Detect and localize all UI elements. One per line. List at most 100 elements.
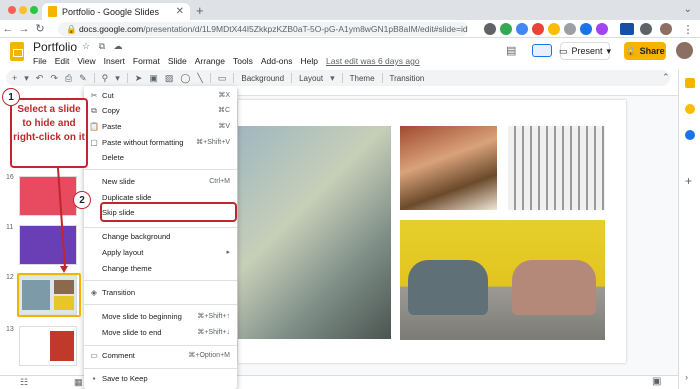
menu-slide[interactable]: Slide [168, 56, 187, 66]
add-addon-icon[interactable]: + [685, 174, 692, 188]
share-button[interactable]: 🔒 Share [624, 42, 666, 60]
menu-item-apply-layout[interactable]: Apply layout ▸ [84, 246, 237, 260]
menu-item-delete[interactable]: Delete [84, 151, 237, 165]
new-tab-button[interactable]: + [196, 3, 204, 18]
grid-view-icon[interactable]: ☷ [20, 377, 28, 388]
calendar-icon[interactable] [685, 104, 695, 114]
minimize-window-button[interactable] [19, 6, 27, 14]
back-icon[interactable]: ← [0, 23, 16, 35]
menu-item-cut[interactable]: ✂ Cut ⌘X [84, 89, 237, 103]
slide-thumbnail[interactable] [19, 176, 77, 216]
paint-format-icon[interactable]: ✎ [79, 73, 87, 84]
keep-icon[interactable] [685, 78, 695, 88]
map-photo[interactable] [238, 126, 391, 339]
extension-icon[interactable] [640, 23, 652, 35]
menu-item-shortcut: ⌘+Shift+↓ [197, 329, 230, 336]
comment-history-icon[interactable]: ▤ [506, 44, 516, 57]
menu-addons[interactable]: Add-ons [261, 56, 293, 66]
browser-tab[interactable]: Portfolio - Google Slides ✕ [42, 3, 190, 20]
menu-item-transition[interactable]: ◈ Transition [84, 286, 237, 300]
browser-menu-icon[interactable]: ⋮ [680, 23, 696, 36]
profile-avatar[interactable] [660, 23, 672, 35]
extension-icon[interactable] [620, 23, 634, 35]
star-move-icons[interactable]: ☆ ⧉ ☁ [82, 41, 126, 52]
menu-arrange[interactable]: Arrange [195, 56, 225, 66]
skip-slide-highlight [100, 202, 237, 222]
tab-title: Portfolio - Google Slides [62, 6, 160, 17]
shape-icon[interactable]: ◯ [180, 73, 190, 84]
chevron-down-icon[interactable]: ▾ [24, 73, 29, 84]
undo-icon[interactable]: ↶ [36, 73, 44, 84]
tab-search-icon[interactable]: ⌄ [684, 4, 692, 15]
vintage-cars-photo[interactable] [400, 220, 605, 340]
comment-icon[interactable]: ▭ [218, 73, 227, 84]
lock-icon: 🔒 [625, 45, 637, 56]
menu-tools[interactable]: Tools [233, 56, 253, 66]
zoom-icon[interactable]: ⚲ [102, 73, 109, 84]
transition-icon: ◈ [90, 288, 98, 297]
slide-thumbnail[interactable] [19, 326, 77, 366]
silver-car [408, 260, 488, 315]
menu-item-paste-without-formatting[interactable]: ▢ Paste without formatting ⌘+Shift+V [84, 136, 237, 150]
comment-icon: ▭ [90, 351, 98, 360]
menu-format[interactable]: Format [133, 56, 160, 66]
menu-item-copy[interactable]: ⧉ Copy ⌘C [84, 104, 237, 118]
toolbar-divider [126, 73, 128, 83]
menu-item-save-to-keep[interactable]: ▪ Save to Keep [84, 372, 237, 386]
toolbar-transition-button[interactable]: Transition [390, 74, 425, 83]
slides-logo-icon[interactable] [10, 42, 24, 61]
menu-view[interactable]: View [77, 56, 95, 66]
slide-thumbnail[interactable] [19, 225, 77, 265]
extension-icon[interactable] [580, 23, 592, 35]
menu-item-move-to-end[interactable]: Move slide to end ⌘+Shift+↓ [84, 326, 237, 340]
toolbar-layout-button[interactable]: Layout [299, 74, 323, 83]
menu-help[interactable]: Help [301, 56, 318, 66]
meet-icon[interactable] [532, 44, 552, 57]
present-button[interactable]: ▭ Present ▾ [559, 42, 611, 60]
last-edit-link[interactable]: Last edit was 6 days ago [326, 56, 420, 66]
tab-close-icon[interactable]: ✕ [176, 6, 184, 17]
ui-elements-photo[interactable] [508, 126, 605, 210]
print-icon[interactable]: ⎙ [65, 73, 72, 84]
menu-item-change-background[interactable]: Change background [84, 230, 237, 244]
select-cursor-icon[interactable]: ➤ [135, 73, 143, 84]
close-window-button[interactable] [8, 6, 16, 14]
toolbar-background-button[interactable]: Background [241, 74, 284, 83]
chevron-right-icon[interactable]: › [685, 372, 688, 382]
extension-icon[interactable] [548, 23, 560, 35]
extension-icon[interactable] [564, 23, 576, 35]
menu-item-move-to-beginning[interactable]: Move slide to beginning ⌘+Shift+↑ [84, 310, 237, 324]
url-field[interactable]: 🔒 docs.google.com/presentation/d/1L9MDtX… [58, 22, 468, 36]
menu-item-new-slide[interactable]: New slide Ctrl+M [84, 175, 237, 189]
extension-icon[interactable] [500, 23, 512, 35]
toolbar-theme-button[interactable]: Theme [350, 74, 375, 83]
collapse-toolbar-icon[interactable]: ⌃ [662, 72, 670, 83]
menu-file[interactable]: File [33, 56, 47, 66]
menu-insert[interactable]: Insert [104, 56, 125, 66]
menu-item-label: Transition [102, 288, 136, 297]
menu-item-change-theme[interactable]: Change theme [84, 262, 237, 276]
menu-edit[interactable]: Edit [55, 56, 70, 66]
chevron-down-icon[interactable]: ▾ [115, 73, 120, 84]
document-title[interactable]: Portfolio [33, 40, 77, 54]
hands-writing-photo[interactable] [400, 126, 497, 210]
maximize-window-button[interactable] [30, 6, 38, 14]
add-icon[interactable]: + [12, 73, 17, 83]
text-box-icon[interactable]: ▣ [149, 73, 158, 84]
line-icon[interactable]: ╲ [197, 73, 202, 84]
explore-icon[interactable]: ▣ [652, 376, 661, 387]
filmstrip-view-icon[interactable]: ▦ [74, 377, 83, 388]
reload-icon[interactable]: ↻ [32, 22, 48, 35]
current-slide[interactable] [238, 100, 626, 363]
extension-icon[interactable] [596, 23, 608, 35]
menu-item-comment[interactable]: ▭ Comment ⌘+Option+M [84, 349, 237, 363]
extension-icon[interactable] [532, 23, 544, 35]
tasks-icon[interactable] [685, 130, 695, 140]
forward-icon[interactable]: → [16, 23, 32, 35]
extension-icon[interactable] [484, 23, 496, 35]
extension-icon[interactable] [516, 23, 528, 35]
image-icon[interactable]: ▨ [165, 73, 174, 84]
menu-item-paste[interactable]: 📋 Paste ⌘V [84, 120, 237, 134]
redo-icon[interactable]: ↷ [50, 73, 58, 84]
account-avatar[interactable] [676, 42, 693, 59]
